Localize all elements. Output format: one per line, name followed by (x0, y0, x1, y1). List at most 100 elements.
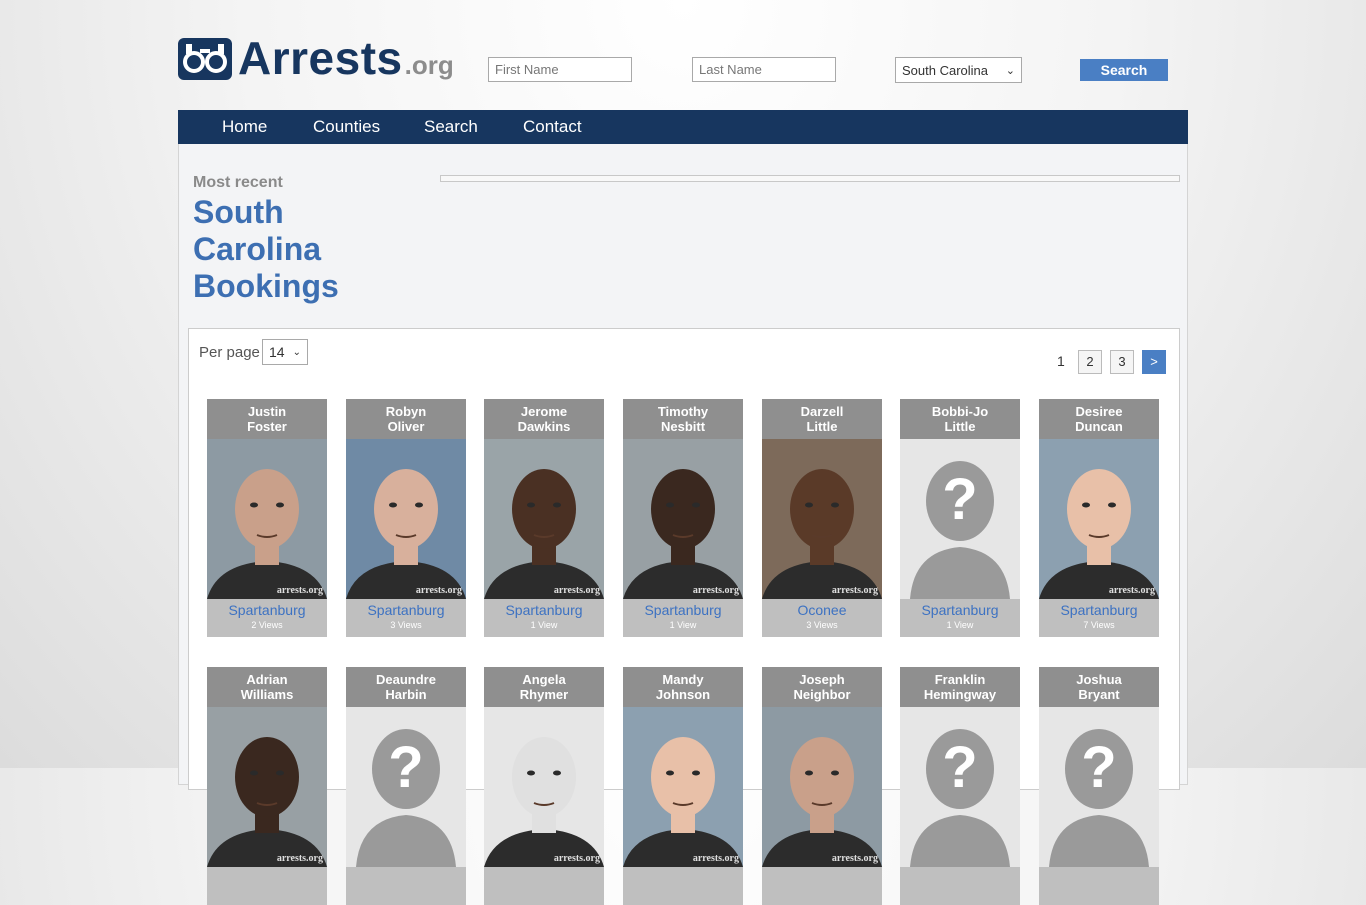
booking-last-name: Little (944, 419, 976, 434)
booking-card[interactable]: Mandy Johnson arrests.org (623, 667, 743, 905)
booking-county-link[interactable]: Spartanburg (1039, 602, 1159, 618)
booking-last-name: Williams (240, 687, 294, 702)
booking-card[interactable]: Desiree Duncan arrests.org Spartanburg 7 Vie… (1039, 399, 1159, 637)
booking-card[interactable]: Adrian Williams arrests.org (207, 667, 327, 905)
booking-views: 2 Views (251, 620, 283, 630)
booking-name: Justin Foster (207, 399, 327, 439)
pagination-page-2[interactable]: 2 (1078, 350, 1102, 374)
booking-card[interactable]: Bobbi-Jo Little? Spartanburg 1 View (900, 399, 1020, 637)
booking-first-name: Bobbi-Jo (931, 404, 989, 419)
nav-counties[interactable]: Counties (313, 110, 380, 144)
booking-photo[interactable]: arrests.org (207, 707, 327, 867)
most-recent-label: Most recent (193, 174, 283, 191)
booking-card[interactable]: Franklin Hemingway? (900, 667, 1020, 905)
main-nav: Home Counties Search Contact (178, 110, 1188, 144)
booking-views: 1 View (946, 620, 974, 630)
nav-search[interactable]: Search (424, 110, 478, 144)
booking-card[interactable]: Darzell Little arrests.org Oconee 3 Views (762, 399, 882, 637)
booking-county-link[interactable]: Spartanburg (623, 602, 743, 618)
unknown-person-icon: ? (346, 707, 466, 867)
booking-first-name: Joseph (799, 672, 845, 687)
booking-card[interactable]: Justin Foster arrests.org Spartanburg 2 View… (207, 399, 327, 637)
booking-card[interactable]: Timothy Nesbitt arrests.org Spartanburg 1 Vi… (623, 399, 743, 637)
watermark: arrests.org (276, 585, 323, 596)
booking-county-link[interactable]: Spartanburg (207, 602, 327, 618)
watermark: arrests.org (831, 853, 878, 864)
per-page-value: 14 (269, 344, 285, 360)
mugshot-photo (762, 439, 882, 599)
booking-first-name: Jerome (520, 404, 568, 419)
booking-county-link[interactable]: Oconee (762, 602, 882, 618)
booking-photo[interactable]: arrests.org (762, 707, 882, 867)
handcuffs-logo-icon (178, 38, 232, 80)
watermark: arrests.org (692, 853, 739, 864)
mugshot-photo (623, 707, 743, 867)
nav-home[interactable]: Home (222, 110, 267, 144)
booking-photo[interactable]: ? (1039, 707, 1159, 867)
booking-last-name: Oliver (387, 419, 425, 434)
state-select[interactable]: South Carolina ⌄ (895, 57, 1022, 83)
booking-card[interactable]: Joseph Neighbor arrests.org (762, 667, 882, 905)
site-logo[interactable]: Arrests .org (178, 35, 454, 81)
booking-name: Joseph Neighbor (762, 667, 882, 707)
booking-card[interactable]: Angela Rhymer arrests.org (484, 667, 604, 905)
booking-first-name: Deaundre (376, 672, 436, 687)
mugshot-photo (1039, 439, 1159, 599)
booking-first-name: Mandy (662, 672, 704, 687)
mugshot-photo (207, 707, 327, 867)
chevron-down-icon: ⌄ (292, 346, 301, 358)
watermark: arrests.org (553, 853, 600, 864)
booking-first-name: Robyn (385, 404, 427, 419)
last-name-input[interactable] (692, 57, 836, 82)
watermark: arrests.org (553, 585, 600, 596)
booking-card[interactable]: Deaundre Harbin? (346, 667, 466, 905)
booking-photo[interactable]: arrests.org (484, 707, 604, 867)
nav-contact[interactable]: Contact (523, 110, 582, 144)
booking-photo[interactable]: ? (900, 439, 1020, 599)
mugshot-photo (623, 439, 743, 599)
booking-first-name: Joshua (1076, 672, 1122, 687)
mugshot-photo (484, 439, 604, 599)
booking-first-name: Darzell (800, 404, 844, 419)
booking-name: Timothy Nesbitt (623, 399, 743, 439)
booking-photo[interactable]: arrests.org (207, 439, 327, 599)
pagination-next[interactable]: > (1142, 350, 1166, 374)
booking-last-name: Nesbitt (660, 419, 706, 434)
booking-card[interactable]: Joshua Bryant? (1039, 667, 1159, 905)
booking-card[interactable]: Jerome Dawkins arrests.org Spartanburg 1 Vie… (484, 399, 604, 637)
booking-photo[interactable]: ? (346, 707, 466, 867)
booking-first-name: Justin (247, 404, 287, 419)
watermark: arrests.org (831, 585, 878, 596)
booking-photo[interactable]: arrests.org (762, 439, 882, 599)
booking-last-name: Bryant (1078, 687, 1120, 702)
booking-county-link[interactable]: Spartanburg (346, 602, 466, 618)
booking-county-link[interactable]: Spartanburg (484, 602, 604, 618)
booking-photo[interactable]: arrests.org (1039, 439, 1159, 599)
booking-views: 1 View (530, 620, 558, 630)
mugshot-photo (207, 439, 327, 599)
first-name-input[interactable] (488, 57, 632, 82)
booking-photo[interactable]: arrests.org (484, 439, 604, 599)
booking-county-link[interactable]: Spartanburg (900, 602, 1020, 618)
booking-name: Desiree Duncan (1039, 399, 1159, 439)
booking-views: 1 View (669, 620, 697, 630)
chevron-down-icon: ⌄ (1005, 64, 1015, 77)
booking-name: Deaundre Harbin (346, 667, 466, 707)
booking-photo[interactable]: arrests.org (623, 707, 743, 867)
booking-last-name: Dawkins (517, 419, 571, 434)
booking-photo[interactable]: arrests.org (623, 439, 743, 599)
booking-photo[interactable]: ? (900, 707, 1020, 867)
booking-name: Angela Rhymer (484, 667, 604, 707)
pagination-page-3[interactable]: 3 (1110, 350, 1134, 374)
logo-tld: .org (404, 50, 454, 80)
booking-name: Mandy Johnson (623, 667, 743, 707)
unknown-person-icon: ? (900, 439, 1020, 599)
search-button[interactable]: Search (1080, 59, 1168, 81)
per-page-select[interactable]: 14 ⌄ (262, 339, 308, 365)
booking-photo[interactable]: arrests.org (346, 439, 466, 599)
booking-last-name: Harbin (385, 687, 427, 702)
booking-last-name: Duncan (1075, 419, 1123, 434)
booking-last-name: Neighbor (793, 687, 851, 702)
booking-last-name: Rhymer (519, 687, 569, 702)
booking-card[interactable]: Robyn Oliver arrests.org Spartanburg 3 Views (346, 399, 466, 637)
